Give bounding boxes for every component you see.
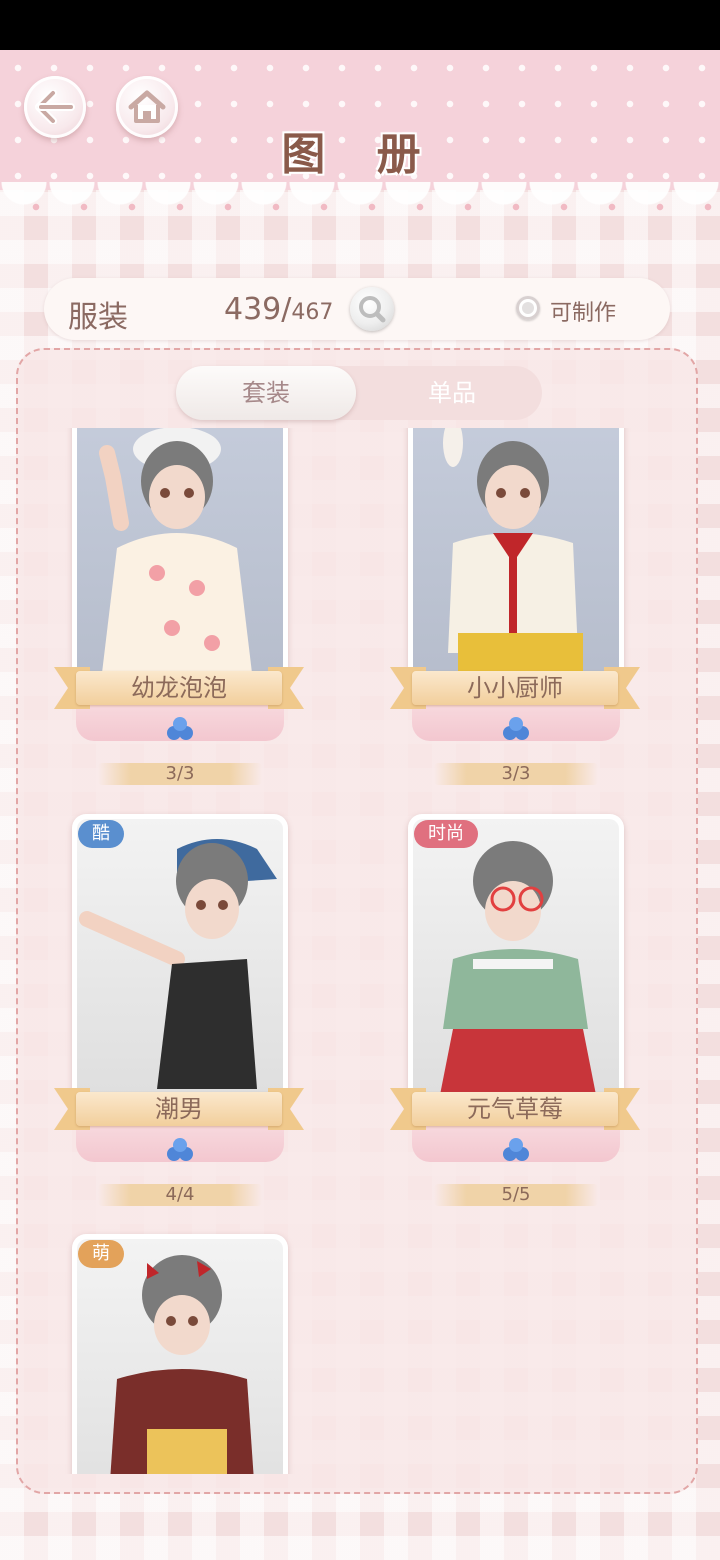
craftable-filter-radio[interactable]: [516, 296, 540, 320]
collection-progress: 4/4: [98, 1184, 262, 1206]
outfit-name: 潮男: [155, 1095, 203, 1123]
tab-outfit-set[interactable]: 套装: [176, 366, 356, 420]
page-title: 图 册: [281, 129, 439, 180]
blue-gem-icon: [167, 717, 193, 740]
collection-count: 439/467: [224, 292, 333, 327]
style-tag: 萌: [78, 1240, 124, 1268]
name-ribbon: 幼龙泡泡: [48, 663, 310, 713]
outfit-photo: [413, 819, 619, 1105]
collection-progress: 3/3: [434, 763, 598, 785]
card-frame: 萌: [72, 1234, 288, 1474]
outfit-name: 小小厨师: [467, 674, 563, 702]
name-ribbon: 小小厨师: [384, 663, 646, 713]
search-button[interactable]: [350, 287, 394, 331]
outfit-name: 幼龙泡泡: [131, 674, 227, 702]
blue-gem-icon: [503, 1138, 529, 1161]
outfit-photo: [77, 428, 283, 683]
lace-dots: [0, 186, 720, 216]
collected-count: 439/: [224, 292, 292, 327]
category-label: 服装: [68, 300, 128, 335]
outfit-photo: [77, 819, 283, 1105]
blue-gem-icon: [503, 717, 529, 740]
style-tag: 时尚: [414, 820, 478, 848]
total-count: 467: [291, 300, 334, 325]
card-frame: 酷: [72, 814, 288, 1110]
outfit-name: 元气草莓: [467, 1095, 563, 1123]
tab-switcher: 套装 单品: [176, 366, 542, 420]
magnifier-icon: [359, 296, 386, 323]
tab-single-item[interactable]: 单品: [362, 366, 542, 420]
collection-stats-bar: 服装 439/467 可制作: [44, 278, 670, 340]
card-grid: 幼龙泡泡 3/3 小小厨师 3/3 酷 潮男 4/4 时尚 元气草莓 5/5 萌: [0, 428, 720, 1474]
card-frame: 时尚: [408, 814, 624, 1110]
card-frame: [72, 428, 288, 688]
name-ribbon: 元气草莓: [384, 1084, 646, 1134]
collection-progress: 5/5: [434, 1184, 598, 1206]
outfit-photo: [77, 1239, 283, 1474]
style-tag: 酷: [78, 820, 124, 848]
name-ribbon: 潮男: [48, 1084, 310, 1134]
status-bar: [0, 0, 720, 50]
outfit-photo: [413, 428, 619, 683]
craftable-filter-label[interactable]: 可制作: [550, 295, 616, 327]
card-frame: [408, 428, 624, 688]
collection-progress: 3/3: [98, 763, 262, 785]
blue-gem-icon: [167, 1138, 193, 1161]
